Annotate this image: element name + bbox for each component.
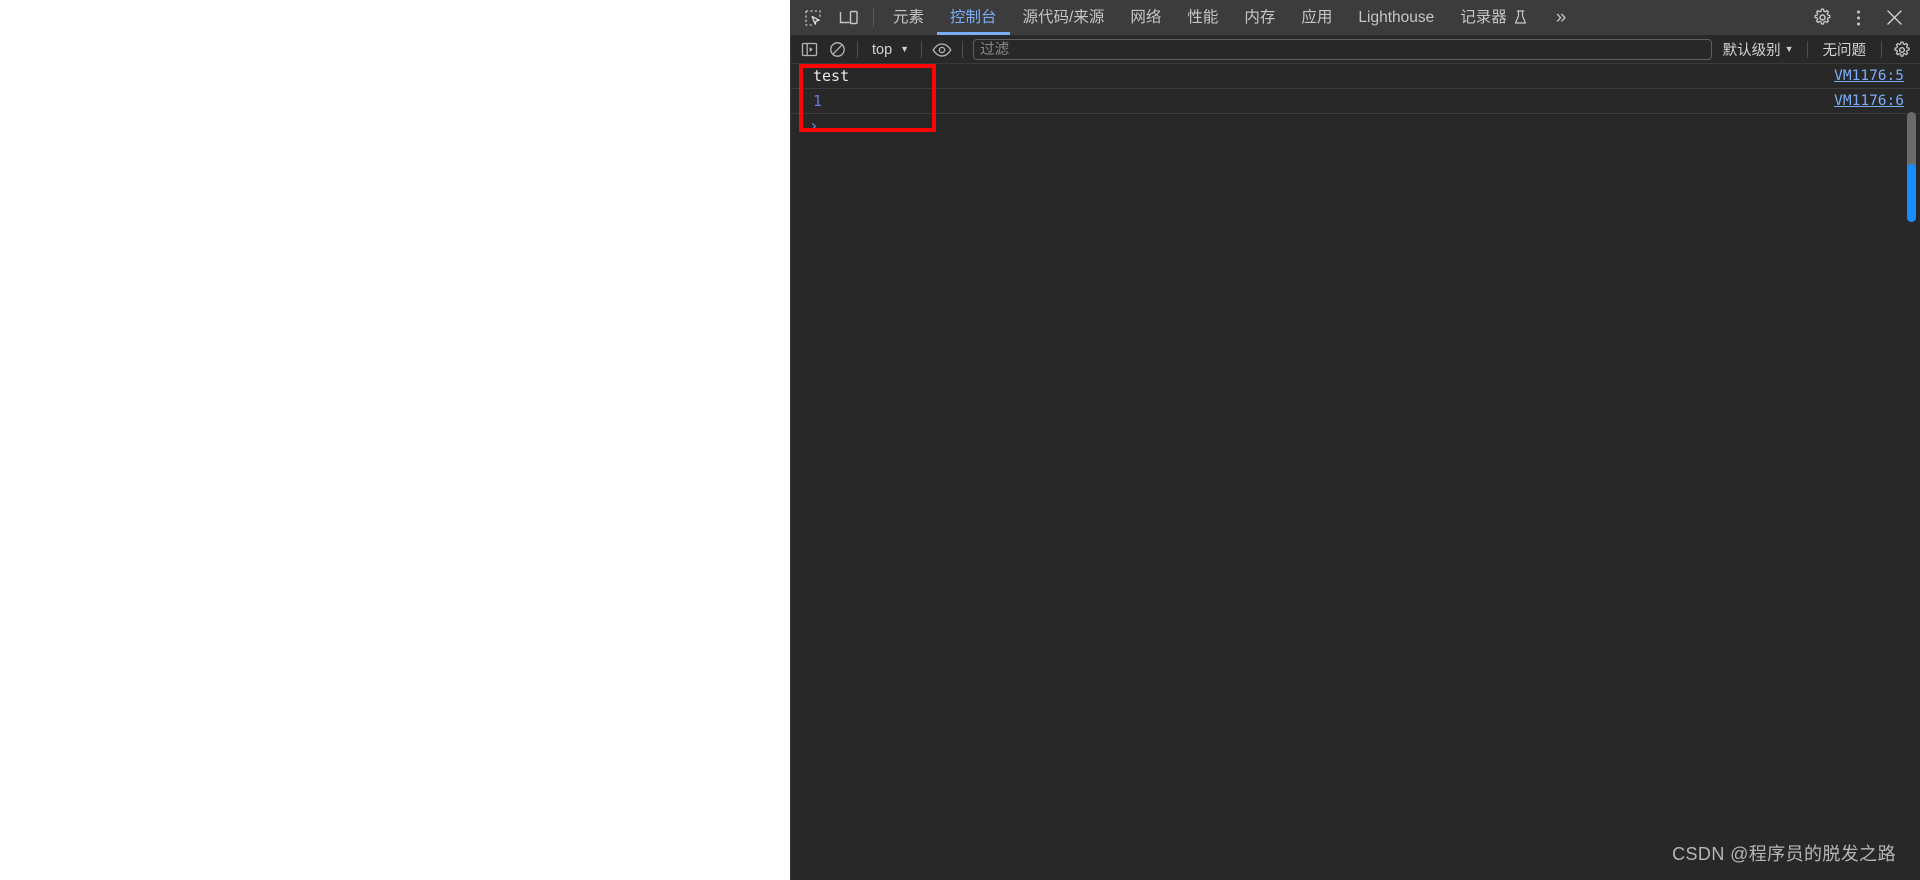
tab-network-label: 网络 bbox=[1130, 8, 1162, 26]
console-toolbar-divider-3 bbox=[962, 41, 964, 58]
tabs-overflow-button[interactable]: » bbox=[1540, 0, 1583, 35]
console-settings-gear-icon[interactable] bbox=[1888, 37, 1916, 63]
devtools-panel: 元素 控制台 源代码/来源 网络 性能 内存 应用 Lighthouse 记录器… bbox=[790, 0, 1920, 880]
tab-recorder-label: 记录器 bbox=[1460, 8, 1507, 26]
console-toolbar-divider-4 bbox=[1806, 41, 1808, 58]
devtools-tabstrip: 元素 控制台 源代码/来源 网络 性能 内存 应用 Lighthouse 记录器… bbox=[791, 0, 1920, 36]
tabstrip-actions bbox=[1791, 0, 1920, 35]
console-sidebar-toggle-icon[interactable] bbox=[795, 37, 823, 63]
execution-context-select[interactable]: top ▼ bbox=[864, 42, 915, 58]
console-toolbar-divider-1 bbox=[857, 41, 858, 58]
tab-console-label: 控制台 bbox=[950, 8, 997, 26]
tab-elements[interactable]: 元素 bbox=[880, 0, 937, 35]
device-toolbar-icon[interactable] bbox=[831, 0, 867, 35]
eye-icon[interactable] bbox=[928, 37, 956, 63]
console-scrollbar-thumb[interactable] bbox=[1907, 164, 1916, 222]
prompt-chevron-icon: › bbox=[809, 116, 819, 135]
watermark: CSDN @程序员的脱发之路 bbox=[1672, 844, 1896, 864]
tab-memory-label: 内存 bbox=[1244, 8, 1276, 26]
tab-memory[interactable]: 内存 bbox=[1231, 0, 1288, 35]
console-prompt[interactable]: › bbox=[791, 114, 1920, 138]
screenshot-root: 元素 控制台 源代码/来源 网络 性能 内存 应用 Lighthouse 记录器… bbox=[0, 0, 1920, 880]
page-viewport[interactable] bbox=[0, 0, 790, 880]
beaker-icon bbox=[1514, 10, 1527, 25]
tab-performance-label: 性能 bbox=[1187, 8, 1219, 26]
tab-performance[interactable]: 性能 bbox=[1174, 0, 1231, 35]
issues-status[interactable]: 无问题 bbox=[1814, 39, 1876, 60]
tabstrip-spacer bbox=[1582, 0, 1791, 35]
clear-console-icon[interactable] bbox=[823, 37, 851, 63]
chevron-down-icon: ▼ bbox=[900, 44, 910, 54]
filter-input[interactable] bbox=[973, 39, 1712, 60]
close-icon[interactable] bbox=[1876, 9, 1912, 26]
console-message-source-link[interactable]: VM1176:6 bbox=[1834, 93, 1904, 109]
tab-sources[interactable]: 源代码/来源 bbox=[1010, 0, 1118, 35]
tab-recorder[interactable]: 记录器 bbox=[1447, 0, 1540, 35]
tab-lighthouse-label: Lighthouse bbox=[1358, 8, 1435, 26]
console-message-source-link[interactable]: VM1176:5 bbox=[1834, 68, 1904, 84]
table-row[interactable]: 1 VM1176:6 bbox=[791, 89, 1920, 114]
tab-console[interactable]: 控制台 bbox=[937, 0, 1010, 35]
log-levels-select[interactable]: 默认级别 ▼ bbox=[1716, 39, 1801, 60]
console-scrollbar[interactable] bbox=[1907, 112, 1916, 222]
tab-elements-label: 元素 bbox=[893, 8, 925, 26]
tab-sources-label: 源代码/来源 bbox=[1022, 8, 1105, 26]
tab-lighthouse[interactable]: Lighthouse bbox=[1345, 0, 1447, 35]
tabstrip-divider bbox=[873, 8, 874, 27]
log-levels-label: 默认级别 bbox=[1722, 43, 1781, 59]
console-message-text: 1 bbox=[813, 92, 823, 110]
console-toolbar: top ▼ 默认级别 ▼ 无问题 bbox=[791, 36, 1920, 64]
execution-context-value: top bbox=[872, 41, 893, 58]
tab-network[interactable]: 网络 bbox=[1117, 0, 1174, 35]
table-row[interactable]: test VM1176:5 bbox=[791, 64, 1920, 89]
console-toolbar-divider-5 bbox=[1881, 41, 1882, 58]
console-message-list[interactable]: test VM1176:5 1 VM1176:6 › CSDN @程序员的脱发之… bbox=[791, 64, 1920, 880]
tab-application[interactable]: 应用 bbox=[1288, 0, 1345, 35]
tab-application-label: 应用 bbox=[1301, 8, 1333, 26]
kebab-menu-icon[interactable] bbox=[1840, 9, 1876, 27]
gear-icon[interactable] bbox=[1804, 8, 1840, 27]
chevron-down-icon: ▼ bbox=[1784, 44, 1794, 54]
inspect-element-icon[interactable] bbox=[795, 0, 831, 35]
console-toolbar-divider-2 bbox=[921, 41, 923, 58]
console-message-text: test bbox=[813, 67, 850, 85]
